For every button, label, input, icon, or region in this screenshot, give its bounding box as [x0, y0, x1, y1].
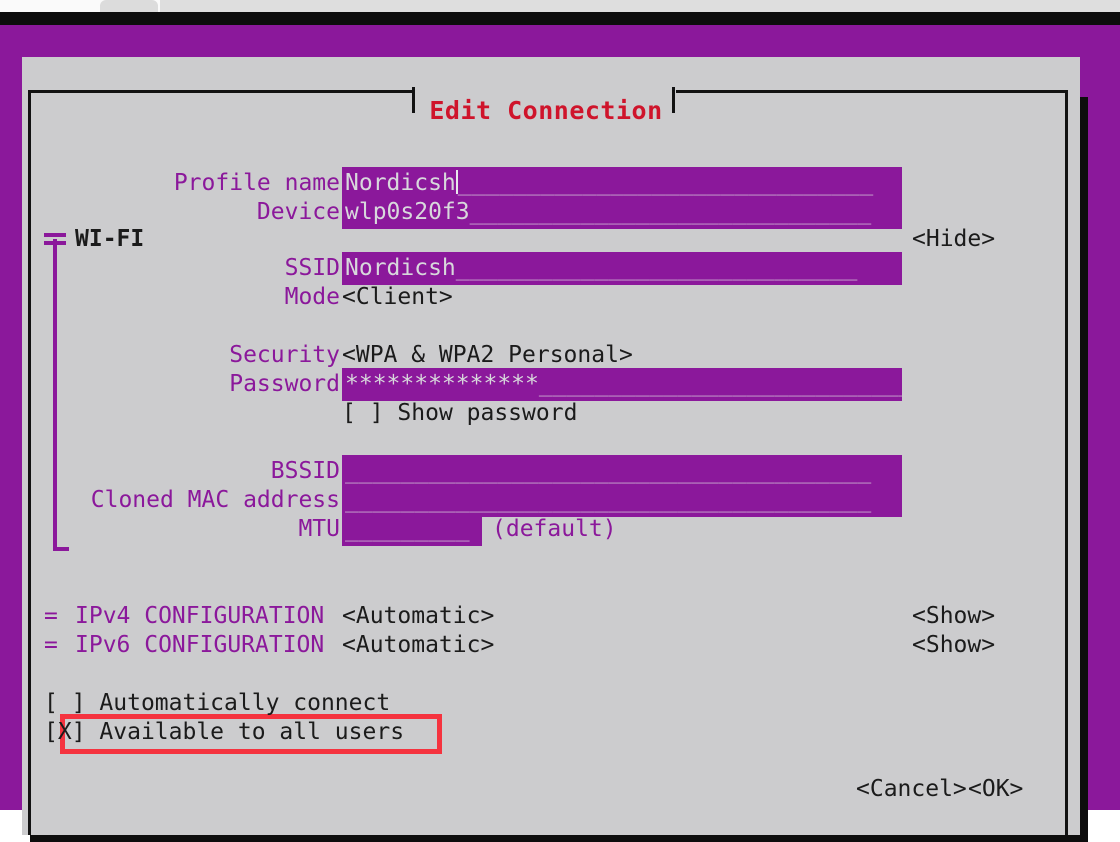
show-password-box: [ ]	[342, 400, 384, 426]
wifi-hide-toggle[interactable]: <Hide>	[912, 225, 995, 254]
profile-name-label: Profile name	[173, 170, 340, 196]
mtu-label: MTU	[298, 516, 340, 542]
mtu-input[interactable]: _________	[342, 513, 482, 546]
profile-name-placeholder: ______________________________	[457, 170, 874, 196]
cancel-button[interactable]: <Cancel>	[856, 775, 967, 804]
cloned-mac-placeholder: ______________________________________	[345, 487, 872, 513]
wifi-section-bracket-foot	[53, 547, 69, 551]
ipv6-show-toggle[interactable]: <Show>	[912, 631, 995, 660]
mtu-placeholder: _________	[345, 516, 470, 542]
browser-tab-secondary[interactable]	[160, 0, 1120, 12]
password-value: **************	[345, 371, 539, 397]
dialog-title-divider-right	[672, 87, 675, 113]
cloned-mac-label: Cloned MAC address	[90, 487, 340, 513]
password-label: Password	[229, 371, 340, 397]
mode-label: Mode	[284, 284, 340, 310]
show-password-checkbox[interactable]: [ ] Show password	[342, 399, 577, 428]
ipv4-show-toggle[interactable]: <Show>	[912, 602, 995, 631]
auto-connect-checkbox[interactable]: [ ] Automatically connect	[44, 689, 390, 718]
mode-select[interactable]: <Client>	[342, 283, 453, 312]
auto-connect-label: Automatically connect	[99, 690, 391, 716]
all-users-box: [X]	[44, 719, 86, 745]
ipv6-section-label: IPv6 CONFIGURATION	[75, 632, 325, 658]
bssid-placeholder: ______________________________________	[345, 458, 872, 484]
wifi-section-marker[interactable]	[44, 233, 66, 237]
browser-tab[interactable]	[100, 0, 158, 12]
ipv4-section-marker[interactable]: =	[44, 602, 58, 631]
security-label: Security	[229, 342, 340, 368]
all-users-checkbox[interactable]: [X] Available to all users	[44, 718, 404, 747]
security-select[interactable]: <WPA & WPA2 Personal>	[342, 341, 633, 370]
ipv4-method-select[interactable]: <Automatic>	[342, 602, 494, 631]
device-value: wlp0s20f3	[345, 199, 470, 225]
ipv6-method-select[interactable]: <Automatic>	[342, 631, 494, 660]
mtu-default-hint: (default)	[492, 516, 617, 542]
ssid-placeholder: _____________________________	[455, 255, 858, 281]
wifi-section-title: WI-FI	[75, 226, 145, 252]
profile-name-value: Nordicsh	[345, 170, 456, 196]
auto-connect-box: [ ]	[44, 690, 86, 716]
bssid-label: BSSID	[270, 458, 340, 484]
device-placeholder: _____________________________	[469, 199, 872, 225]
dialog-title-divider-left	[412, 87, 415, 113]
password-input[interactable]: **************__________________________…	[342, 368, 902, 401]
browser-tab-strip	[0, 0, 1120, 12]
dialog-title: Edit Connection	[429, 96, 663, 125]
ipv4-section-label: IPv4 CONFIGURATION	[75, 603, 325, 629]
browser-divider-bar	[0, 12, 1120, 25]
edit-connection-dialog: Edit Connection Profile name Nordicsh___…	[22, 57, 1080, 835]
ok-button[interactable]: <OK>	[968, 775, 1023, 804]
show-password-label: Show password	[397, 400, 578, 426]
terminal-background: Edit Connection Profile name Nordicsh___…	[0, 25, 1120, 842]
password-placeholder: ___________________________	[538, 371, 902, 397]
ssid-label: SSID	[284, 255, 340, 281]
device-input[interactable]: wlp0s20f3_____________________________	[342, 196, 902, 229]
ipv6-section-marker[interactable]: =	[44, 631, 58, 660]
ssid-input[interactable]: Nordicsh_____________________________	[342, 252, 902, 285]
all-users-label: Available to all users	[99, 719, 405, 745]
device-label: Device	[256, 199, 340, 225]
ssid-value: Nordicsh	[345, 255, 456, 281]
